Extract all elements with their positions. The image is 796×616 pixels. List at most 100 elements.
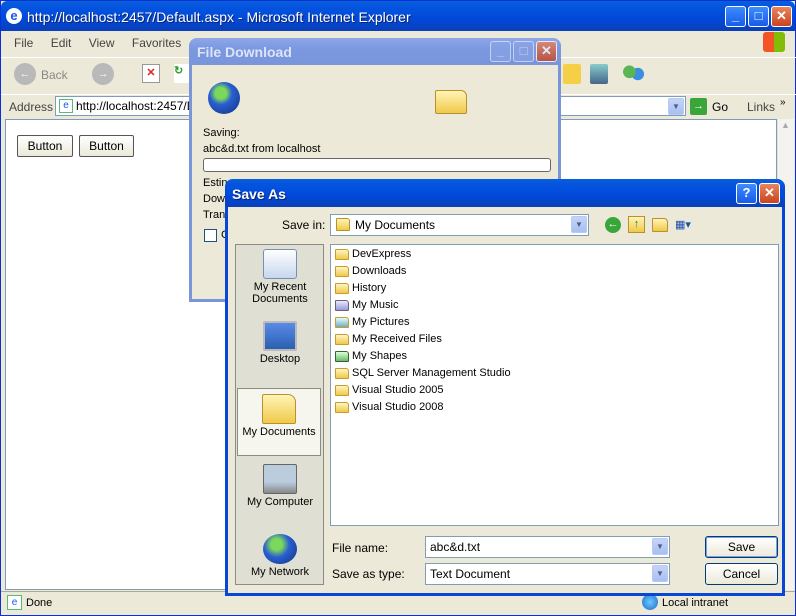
place-my-network[interactable]: My Network bbox=[238, 534, 322, 578]
place-recent-label: My Recent Documents bbox=[252, 281, 308, 305]
status-page-icon: e bbox=[7, 595, 22, 610]
file-label: My Shapes bbox=[352, 350, 408, 362]
shapes-folder-icon bbox=[335, 350, 349, 362]
save-button[interactable]: Save bbox=[705, 536, 778, 558]
save-as-close-button[interactable]: ✕ bbox=[759, 183, 780, 204]
minimize-button[interactable]: _ bbox=[725, 6, 746, 27]
file-name-label: File name: bbox=[332, 541, 389, 555]
address-value: http://localhost:2457/D bbox=[76, 99, 196, 113]
list-item[interactable]: Downloads bbox=[335, 265, 406, 281]
address-dropdown-arrow[interactable]: ▼ bbox=[668, 98, 684, 115]
menu-file[interactable]: File bbox=[14, 36, 33, 50]
list-item[interactable]: My Received Files bbox=[335, 333, 442, 349]
help-button[interactable]: ? bbox=[736, 183, 757, 204]
list-item[interactable]: DevExpress bbox=[335, 248, 411, 264]
list-item[interactable]: History bbox=[335, 282, 386, 298]
save-type-select[interactable]: Text Document ▼ bbox=[425, 563, 670, 585]
views-menu-icon[interactable]: ▦▾ bbox=[675, 218, 699, 232]
recent-documents-icon bbox=[263, 249, 297, 279]
back-icon[interactable]: ← bbox=[14, 63, 36, 85]
my-documents-icon bbox=[262, 394, 296, 424]
list-item[interactable]: My Pictures bbox=[335, 316, 409, 332]
page-button-2[interactable]: Button bbox=[79, 135, 134, 157]
links-chevron-icon[interactable]: » bbox=[780, 97, 786, 108]
list-item[interactable]: SQL Server Management Studio bbox=[335, 367, 511, 383]
my-network-icon bbox=[263, 534, 297, 564]
status-text: Done bbox=[26, 597, 53, 609]
file-label: Visual Studio 2008 bbox=[352, 401, 444, 413]
place-desktop-label: Desktop bbox=[259, 353, 301, 365]
desktop-icon bbox=[263, 321, 297, 351]
file-download-titlebar: File Download _ □ ✕ bbox=[189, 38, 561, 65]
globe-icon bbox=[208, 82, 240, 114]
estimated-label: Estin bbox=[203, 177, 228, 189]
folder-icon bbox=[335, 367, 349, 379]
place-my-computer-label: My Computer bbox=[246, 496, 314, 508]
stop-icon[interactable]: ✕ bbox=[142, 64, 160, 83]
file-label: Downloads bbox=[352, 265, 407, 277]
cancel-button[interactable]: Cancel bbox=[705, 563, 778, 585]
forward-icon[interactable]: → bbox=[92, 63, 114, 85]
page-button-1[interactable]: Button bbox=[17, 135, 73, 157]
file-label: My Music bbox=[352, 299, 399, 311]
favorites-folder-icon[interactable] bbox=[563, 64, 581, 84]
folder-icon bbox=[335, 384, 349, 396]
download-progress-bar bbox=[203, 158, 551, 172]
place-my-network-label: My Network bbox=[250, 566, 310, 578]
file-label: Visual Studio 2005 bbox=[352, 384, 444, 396]
fd-close-button[interactable]: ✕ bbox=[536, 41, 557, 62]
scroll-up-icon[interactable]: ▲ bbox=[778, 120, 793, 135]
maximize-button[interactable]: □ bbox=[748, 6, 769, 27]
up-folder-icon[interactable]: ↑ bbox=[628, 216, 645, 233]
save-type-value: Text Document bbox=[430, 567, 511, 581]
place-recent[interactable]: My Recent Documents bbox=[238, 249, 322, 305]
file-label: History bbox=[352, 282, 387, 294]
place-my-computer[interactable]: My Computer bbox=[238, 464, 322, 508]
address-label: Address bbox=[9, 100, 54, 114]
file-list[interactable]: DevExpress Downloads History My Music My… bbox=[330, 244, 779, 526]
file-name-dropdown-arrow[interactable]: ▼ bbox=[652, 538, 668, 555]
saving-label: Saving: bbox=[203, 127, 240, 139]
save-in-dropdown-arrow[interactable]: ▼ bbox=[571, 216, 587, 233]
list-item[interactable]: My Shapes bbox=[335, 350, 407, 366]
transfer-label: Tran bbox=[203, 209, 226, 221]
folder-icon bbox=[335, 401, 349, 413]
list-item[interactable]: Visual Studio 2005 bbox=[335, 384, 444, 400]
music-folder-icon bbox=[335, 299, 349, 311]
windows-flag-icon bbox=[763, 32, 785, 52]
save-in-label: Save in: bbox=[282, 218, 326, 232]
links-button[interactable]: Links bbox=[747, 100, 775, 114]
save-as-dialog: Save As ? ✕ Save in: My Documents ▼ ← ↑ … bbox=[225, 179, 785, 596]
close-on-complete-checkbox[interactable] bbox=[204, 229, 217, 242]
menu-view[interactable]: View bbox=[89, 36, 115, 50]
messenger-icon[interactable] bbox=[621, 63, 645, 85]
go-button[interactable]: Go bbox=[712, 100, 728, 114]
folder-icon bbox=[435, 90, 467, 114]
list-item[interactable]: My Music bbox=[335, 299, 398, 315]
refresh-icon[interactable]: ↻ bbox=[174, 64, 190, 83]
save-type-dropdown-arrow[interactable]: ▼ bbox=[652, 565, 668, 582]
new-folder-icon[interactable] bbox=[652, 218, 668, 232]
list-item[interactable]: Visual Studio 2008 bbox=[335, 401, 444, 417]
save-in-combo[interactable]: My Documents ▼ bbox=[330, 214, 589, 236]
menu-edit[interactable]: Edit bbox=[51, 36, 72, 50]
menu-favorites[interactable]: Favorites bbox=[132, 36, 181, 50]
file-label: My Received Files bbox=[352, 333, 442, 345]
back-nav-icon[interactable]: ← bbox=[605, 217, 621, 233]
folder-icon bbox=[335, 248, 349, 260]
fd-minimize-button[interactable]: _ bbox=[490, 41, 511, 62]
file-name-input[interactable]: abc&d.txt ▼ bbox=[425, 536, 670, 558]
place-desktop[interactable]: Desktop bbox=[238, 321, 322, 365]
fd-maximize-button[interactable]: □ bbox=[513, 41, 534, 62]
file-name-value: abc&d.txt bbox=[430, 540, 481, 554]
zone-text: Local intranet bbox=[662, 597, 729, 609]
close-button[interactable]: ✕ bbox=[771, 6, 792, 27]
intranet-icon bbox=[642, 594, 658, 610]
back-button-label[interactable]: Back bbox=[41, 68, 68, 82]
ie-logo-icon: e bbox=[6, 8, 22, 24]
go-icon[interactable]: → bbox=[690, 98, 707, 115]
save-as-title: Save As bbox=[232, 186, 286, 202]
file-source-text: abc&d.txt from localhost bbox=[203, 143, 321, 155]
research-icon[interactable] bbox=[590, 64, 608, 84]
place-my-documents[interactable]: My Documents bbox=[237, 388, 321, 456]
